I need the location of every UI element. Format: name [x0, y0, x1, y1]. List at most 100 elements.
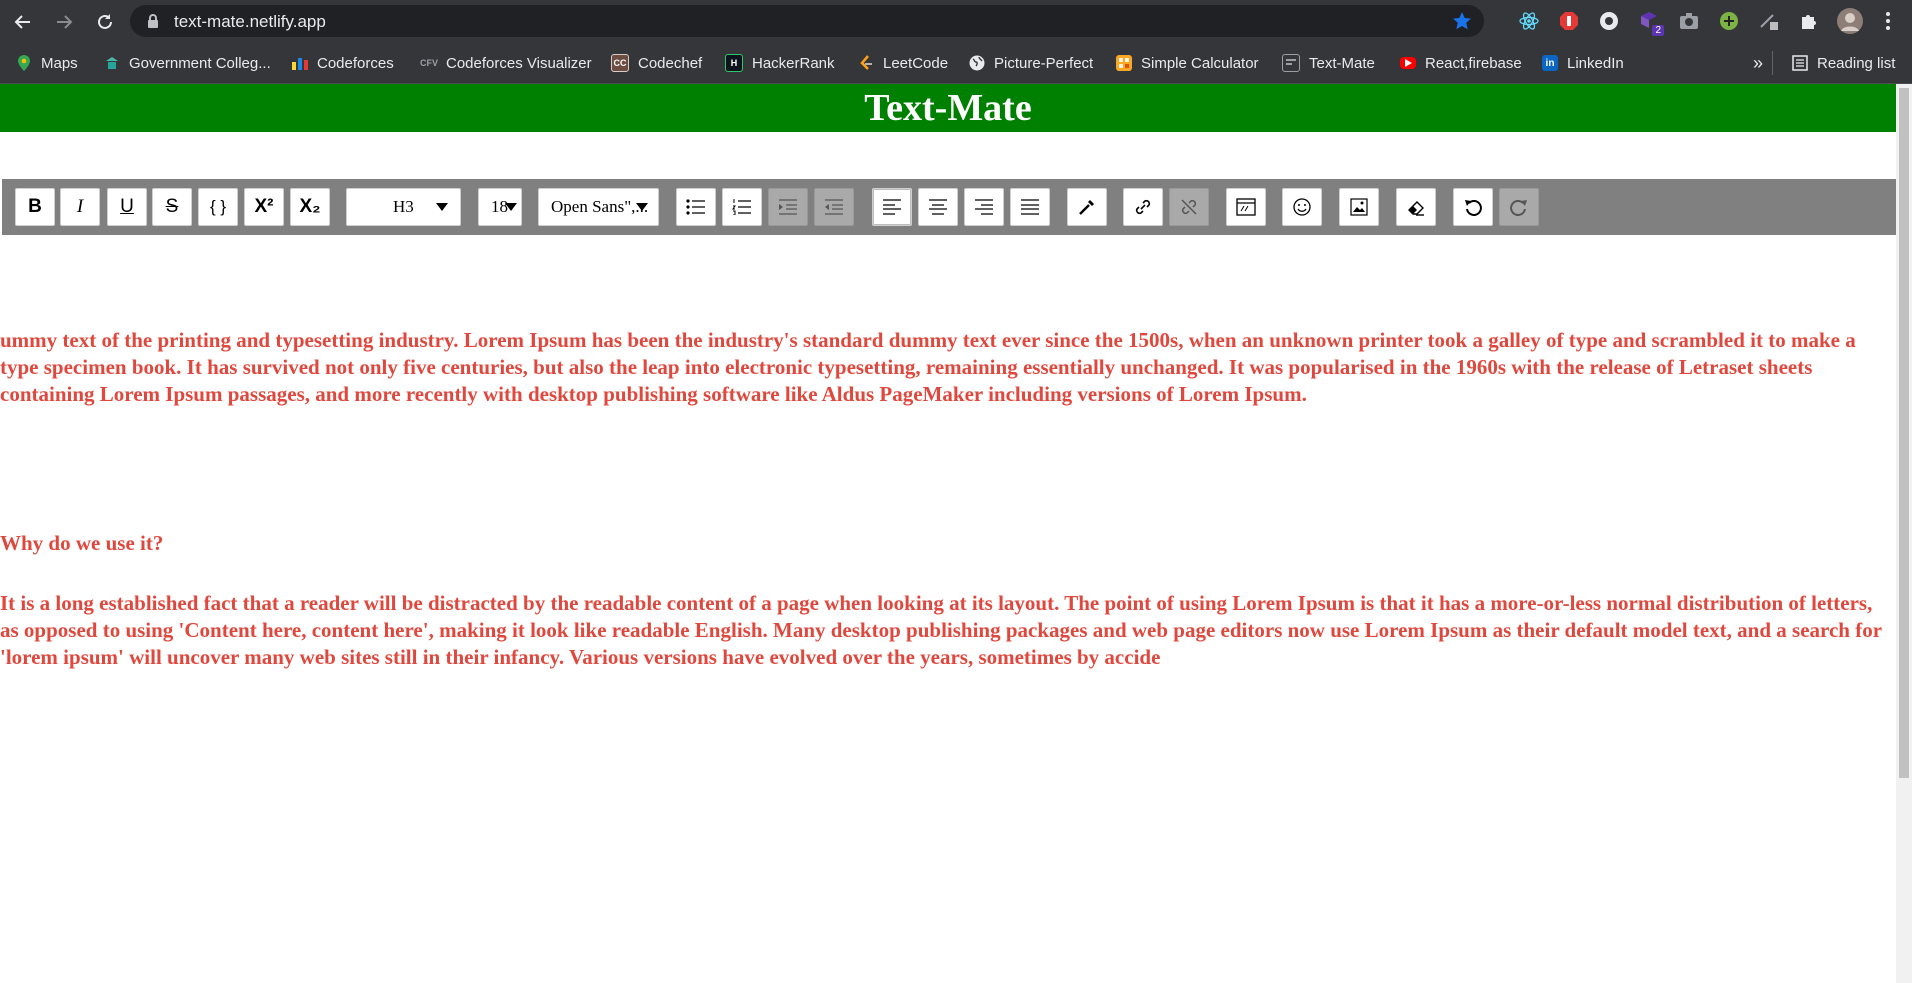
- emoji-button[interactable]: [1282, 188, 1322, 226]
- paragraph-1: ummy text of the printing and typesettin…: [0, 328, 1856, 406]
- pen-extension-icon[interactable]: [1758, 10, 1780, 32]
- heading-select[interactable]: H3: [346, 188, 461, 226]
- unlink-button[interactable]: [1169, 188, 1209, 226]
- paragraph-2: It is a long established fact that a rea…: [0, 591, 1882, 669]
- bookmark-label: Simple Calculator: [1141, 54, 1259, 72]
- chevron-down-icon: [505, 203, 517, 211]
- bookmark-simple-calculator[interactable]: Simple Calculator: [1116, 51, 1259, 75]
- font-size-select[interactable]: 18: [478, 188, 522, 226]
- scrollbar-thumb[interactable]: [1899, 88, 1909, 778]
- align-right-button[interactable]: [964, 188, 1004, 226]
- back-arrow-icon: [14, 15, 30, 29]
- adblock-icon[interactable]: [1558, 10, 1580, 32]
- chevron-down-icon: [436, 203, 448, 211]
- hackerrank-icon: H: [725, 54, 743, 72]
- reading-list-label: Reading list: [1817, 54, 1896, 72]
- font-family-select[interactable]: Open Sans",...: [538, 188, 659, 226]
- editor-toolbar: B I U S { } X² X₂ H3 18 Open Sans",...: [2, 179, 1896, 235]
- subscript-button[interactable]: X₂: [290, 188, 330, 226]
- smiley-icon: [1293, 198, 1311, 216]
- bookmark-label: Government Colleg...: [129, 54, 271, 72]
- unordered-list-button[interactable]: [676, 188, 716, 226]
- bookmark-label: LinkedIn: [1567, 54, 1624, 72]
- bookmark-codeforces-visualizer[interactable]: CFV Codeforces Visualizer: [420, 51, 592, 75]
- editor-content[interactable]: ummy text of the printing and typesettin…: [0, 327, 1896, 671]
- back-button[interactable]: [10, 9, 36, 35]
- align-center-button[interactable]: [918, 188, 958, 226]
- link-button[interactable]: [1123, 188, 1163, 226]
- justify-button[interactable]: [1010, 188, 1050, 226]
- undo-button[interactable]: [1453, 188, 1493, 226]
- reading-list-icon: [1792, 55, 1808, 71]
- reading-list-button[interactable]: Reading list: [1792, 51, 1895, 75]
- strikethrough-button[interactable]: S: [152, 188, 192, 226]
- forward-arrow-icon: [57, 15, 73, 29]
- page-scrollbar[interactable]: [1896, 84, 1912, 983]
- forward-button[interactable]: [51, 9, 77, 35]
- superscript-button[interactable]: X²: [244, 188, 284, 226]
- extension-badge-icon[interactable]: 2: [1638, 10, 1664, 36]
- textmate-icon: [1282, 54, 1300, 72]
- bookmark-label: Codechef: [638, 54, 703, 72]
- bookmark-picture-perfect[interactable]: Picture-Perfect: [969, 51, 1093, 75]
- app-header: Text-Mate: [0, 84, 1896, 132]
- codeforces-icon: [292, 55, 308, 71]
- ordered-list-button[interactable]: [722, 188, 762, 226]
- indent-button[interactable]: [768, 188, 808, 226]
- calculator-icon: [1116, 55, 1132, 71]
- align-left-button[interactable]: [872, 188, 912, 226]
- code-button[interactable]: { }: [198, 188, 238, 226]
- linkedin-icon: in: [1542, 55, 1558, 71]
- bookmark-leetcode[interactable]: LeetCode: [858, 51, 948, 75]
- bookmark-label: LeetCode: [883, 54, 949, 72]
- more-bookmarks-button[interactable]: »: [1753, 51, 1763, 75]
- embed-icon: [1236, 198, 1256, 216]
- link-icon: [1135, 199, 1151, 215]
- bookmark-label: Maps: [41, 54, 78, 72]
- bookmark-maps[interactable]: Maps: [16, 51, 78, 75]
- outdent-button[interactable]: [814, 188, 854, 226]
- embed-button[interactable]: [1226, 188, 1266, 226]
- redo-button[interactable]: [1499, 188, 1539, 226]
- browser-toolbar: text-mate.netlify.app 2: [0, 0, 1912, 43]
- bookmark-label: Picture-Perfect: [994, 54, 1094, 72]
- bookmark-codechef[interactable]: CC Codechef: [611, 51, 702, 75]
- chrome-menu-icon[interactable]: [1877, 10, 1899, 32]
- numbered-list-icon: [732, 199, 751, 215]
- font-family-value: Open Sans",...: [551, 197, 649, 216]
- college-icon: [104, 55, 120, 71]
- bookmark-star-icon[interactable]: [1452, 11, 1472, 31]
- align-right-icon: [975, 199, 993, 215]
- lock-icon: [148, 14, 158, 28]
- globe-icon: [969, 55, 985, 71]
- extensions-puzzle-icon[interactable]: [1798, 10, 1820, 32]
- extension-badge-count: 2: [1652, 25, 1664, 36]
- color-picker-button[interactable]: [1067, 188, 1107, 226]
- react-devtools-icon[interactable]: [1518, 10, 1540, 32]
- bold-button[interactable]: B: [15, 188, 55, 226]
- leetcode-icon: [858, 55, 874, 71]
- bookmark-government-college[interactable]: Government Colleg...: [104, 51, 271, 75]
- underline-button[interactable]: U: [107, 188, 147, 226]
- bookmark-text-mate[interactable]: Text-Mate: [1282, 51, 1375, 75]
- bookmark-divider: [1772, 51, 1773, 75]
- italic-button[interactable]: I: [60, 188, 100, 226]
- bookmark-label: HackerRank: [752, 54, 835, 72]
- bookmark-hackerrank[interactable]: H HackerRank: [725, 51, 835, 75]
- bookmark-codeforces[interactable]: Codeforces: [292, 51, 394, 75]
- add-extension-icon[interactable]: [1718, 10, 1740, 32]
- image-button[interactable]: [1339, 188, 1379, 226]
- section-heading: Why do we use it?: [0, 531, 164, 555]
- bookmark-linkedin[interactable]: in LinkedIn: [1542, 51, 1624, 75]
- maps-icon: [16, 55, 32, 71]
- remove-format-button[interactable]: [1396, 188, 1436, 226]
- bookmark-label: Codeforces: [317, 54, 394, 72]
- bookmark-react-firebase[interactable]: React,firebase: [1400, 51, 1522, 75]
- undo-icon: [1465, 200, 1482, 216]
- reload-button[interactable]: [92, 9, 118, 35]
- bookmark-label: Text-Mate: [1309, 54, 1375, 72]
- address-bar[interactable]: text-mate.netlify.app: [130, 5, 1484, 37]
- profile-avatar[interactable]: [1837, 8, 1863, 34]
- camera-icon[interactable]: [1678, 10, 1700, 32]
- extension-circle-icon[interactable]: [1598, 10, 1620, 32]
